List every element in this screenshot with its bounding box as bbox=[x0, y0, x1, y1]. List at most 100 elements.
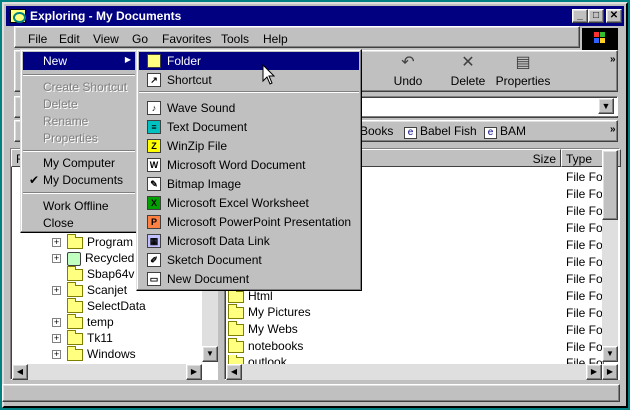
folder-icon bbox=[67, 297, 83, 313]
file-menu-create-shortcut: Create Shortcut bbox=[23, 78, 135, 96]
file-name: notebooks bbox=[248, 339, 304, 353]
new-submenu-item[interactable]: ≡ Text Document bbox=[139, 118, 359, 136]
link-bam-label: BAM bbox=[500, 124, 527, 138]
new-submenu-item[interactable]: ✐ Sketch Document bbox=[139, 251, 359, 269]
new-submenu-label: Microsoft Data Link bbox=[167, 234, 270, 248]
scroll-right-icon[interactable]: ▶ bbox=[186, 364, 202, 380]
expand-plus-icon[interactable]: + bbox=[52, 238, 61, 248]
tree-item[interactable]: + Windows bbox=[52, 345, 136, 363]
file-row[interactable]: My Webs bbox=[228, 320, 298, 338]
link-bam[interactable]: e BAM bbox=[484, 124, 526, 139]
tree-label: SelectData bbox=[87, 299, 146, 313]
tree-item[interactable]: + Program F bbox=[52, 233, 144, 251]
menu-view[interactable]: View bbox=[93, 32, 119, 46]
link-page-icon: e bbox=[404, 127, 417, 139]
new-submenu-item[interactable]: ▭ New Document bbox=[139, 270, 359, 288]
excel-icon: X bbox=[147, 196, 161, 210]
properties-button[interactable]: ▤ Properties bbox=[494, 52, 552, 92]
undo-button[interactable]: ↶ Undo bbox=[380, 52, 436, 92]
folder-icon bbox=[228, 355, 244, 364]
scroll-down-icon[interactable]: ▼ bbox=[202, 346, 218, 362]
data-link-icon: ▦ bbox=[147, 234, 161, 248]
menu-tools[interactable]: Tools bbox=[221, 32, 249, 46]
file-menu-my-computer[interactable]: My Computer bbox=[23, 154, 135, 172]
menu-separator bbox=[139, 91, 359, 93]
scroll-left-icon[interactable]: ◀ bbox=[12, 364, 28, 380]
maximize-button[interactable]: □ bbox=[588, 9, 604, 23]
tree-item[interactable]: SelectData bbox=[67, 297, 146, 315]
file-menu-new-label: New bbox=[43, 54, 68, 68]
file-menu-my-documents[interactable]: ✔ My Documents bbox=[23, 171, 135, 189]
link-babel-fish-label: Babel Fish bbox=[420, 124, 477, 138]
scroll-down-icon[interactable]: ▼ bbox=[602, 346, 618, 362]
expand-plus-icon[interactable]: + bbox=[52, 286, 61, 296]
scroll-right-icon[interactable]: ▶ bbox=[586, 364, 602, 380]
new-submenu-item[interactable]: ▦ Microsoft Data Link bbox=[139, 232, 359, 250]
expand-plus-icon[interactable]: + bbox=[52, 334, 61, 344]
file-row[interactable]: Html bbox=[228, 287, 273, 305]
wave-sound-icon: ♪ bbox=[147, 101, 161, 115]
file-menu-work-offline[interactable]: Work Offline bbox=[23, 197, 135, 215]
minimize-button[interactable]: _ bbox=[572, 9, 588, 23]
scroll-right-icon[interactable]: ▶ bbox=[602, 364, 618, 380]
scroll-thumb[interactable] bbox=[602, 150, 618, 220]
tree-horizontal-scrollbar[interactable] bbox=[12, 364, 202, 380]
links-chevron-icon[interactable]: » bbox=[610, 124, 616, 135]
expand-plus-icon[interactable]: + bbox=[52, 254, 61, 264]
menu-separator bbox=[23, 74, 135, 76]
menu-file[interactable]: File bbox=[28, 32, 47, 46]
menu-go[interactable]: Go bbox=[132, 32, 148, 46]
new-submenu-item[interactable]: Folder bbox=[139, 52, 359, 70]
expand-plus-icon[interactable]: + bbox=[52, 350, 61, 360]
window-title: Exploring - My Documents bbox=[30, 9, 182, 23]
link-babel-fish[interactable]: e Babel Fish bbox=[404, 124, 477, 139]
new-submenu-item[interactable]: ♪ Wave Sound bbox=[139, 99, 359, 117]
menu-edit[interactable]: Edit bbox=[59, 32, 80, 46]
new-submenu-item[interactable]: W Microsoft Word Document bbox=[139, 156, 359, 174]
tree-item[interactable]: + Scanjet bbox=[52, 281, 128, 299]
type-cell: File Folc bbox=[566, 323, 604, 337]
column-size-header[interactable]: Size bbox=[355, 149, 561, 167]
address-input[interactable] bbox=[360, 96, 618, 116]
new-submenu-item[interactable]: ↗ Shortcut bbox=[139, 71, 359, 89]
new-submenu-label: Bitmap Image bbox=[167, 177, 242, 191]
expand-plus-icon[interactable]: + bbox=[52, 318, 61, 328]
folder-icon bbox=[67, 329, 83, 345]
menu-favorites[interactable]: Favorites bbox=[162, 32, 211, 46]
menu-label: My Computer bbox=[43, 156, 116, 170]
tree-label: Recycled bbox=[85, 251, 135, 265]
menu-separator bbox=[23, 192, 135, 194]
close-button[interactable]: ✕ bbox=[606, 9, 622, 23]
title-bar[interactable]: Exploring - My Documents _ □ ✕ bbox=[6, 6, 624, 26]
tree-item[interactable]: + Tk11 bbox=[52, 329, 113, 347]
file-row[interactable]: My Pictures bbox=[228, 303, 311, 321]
file-menu-new[interactable]: New ▶ bbox=[23, 52, 135, 70]
new-submenu-label: Shortcut bbox=[167, 73, 212, 87]
menu-label: Delete bbox=[43, 97, 78, 111]
toolbar-chevron-icon[interactable]: » bbox=[610, 54, 616, 65]
tree-item[interactable]: + Recycled bbox=[52, 251, 134, 267]
delete-button[interactable]: ✕ Delete bbox=[440, 52, 496, 92]
address-dropdown-icon[interactable]: ▼ bbox=[598, 98, 614, 114]
new-submenu-label: New Document bbox=[167, 272, 250, 286]
list-horizontal-scrollbar[interactable] bbox=[226, 364, 618, 380]
tree-label: Scanjet bbox=[87, 283, 128, 297]
file-row[interactable]: notebooks bbox=[228, 337, 304, 355]
new-submenu-item[interactable]: Z WinZip File bbox=[139, 137, 359, 155]
new-submenu-item[interactable]: P Microsoft PowerPoint Presentation bbox=[139, 213, 359, 231]
tree-item[interactable]: Sbap64v bbox=[67, 265, 134, 283]
tree-item[interactable]: + temp bbox=[52, 313, 114, 331]
menu-label: Close bbox=[43, 216, 74, 230]
scroll-left-icon[interactable]: ◀ bbox=[226, 364, 242, 380]
file-row[interactable]: outlook bbox=[228, 355, 287, 364]
tree-label: temp bbox=[87, 315, 114, 329]
new-submenu-item[interactable]: ✎ Bitmap Image bbox=[139, 175, 359, 193]
link-books[interactable]: Books bbox=[360, 124, 393, 138]
tree-label: Windows bbox=[87, 347, 136, 361]
file-menu-close[interactable]: Close bbox=[23, 214, 135, 232]
menu-help[interactable]: Help bbox=[263, 32, 288, 46]
file-name: outlook bbox=[248, 355, 287, 364]
new-submenu-label: Microsoft Word Document bbox=[167, 158, 306, 172]
new-submenu-item[interactable]: X Microsoft Excel Worksheet bbox=[139, 194, 359, 212]
file-menu-delete: Delete bbox=[23, 95, 135, 113]
